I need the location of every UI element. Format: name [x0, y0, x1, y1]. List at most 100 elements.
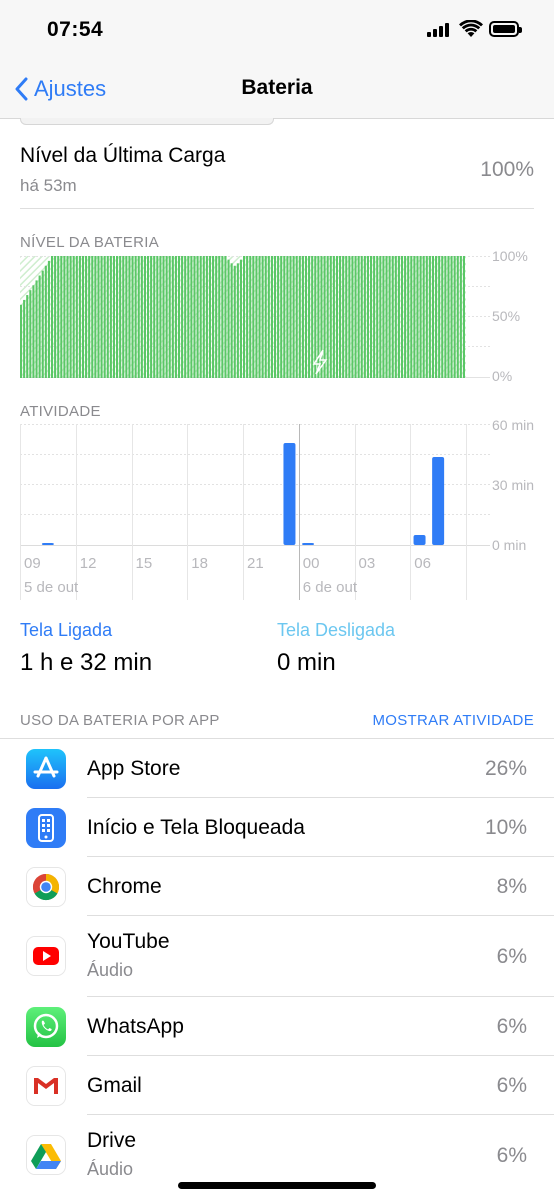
- battery-level-bar: [50, 256, 54, 378]
- battery-level-bar: [20, 304, 23, 378]
- home-indicator[interactable]: [178, 1182, 376, 1189]
- battery-level-bar: [435, 256, 438, 378]
- battery-level-bar: [128, 256, 131, 378]
- app-percent: 10%: [484, 816, 527, 839]
- battery-level-bar: [388, 256, 391, 378]
- battery-level-bar: [159, 256, 162, 378]
- battery-level-bar: [150, 256, 153, 378]
- battery-level-bar: [357, 256, 360, 378]
- battery-level-bar: [187, 256, 190, 378]
- battery-level-bar: [174, 256, 177, 378]
- activity-label: ATIVIDADE: [20, 403, 101, 420]
- battery-level-bar: [292, 256, 295, 378]
- screen-on-stat[interactable]: Tela Ligada 1 h e 32 min: [20, 620, 152, 677]
- battery-level-bar: [35, 280, 38, 378]
- show-activity-button[interactable]: MOSTRAR ATIVIDADE: [372, 712, 534, 729]
- battery-level-bar: [258, 256, 261, 378]
- app-name: App Store: [87, 757, 181, 780]
- activity-x-tick: 00: [303, 555, 320, 572]
- app-percent: 8%: [496, 875, 527, 898]
- activity-tick-30: 30 min: [492, 477, 535, 493]
- battery-level-bar: [376, 256, 379, 378]
- app-row-gmail[interactable]: Gmail 6%: [0, 1056, 554, 1115]
- battery-level-bar: [168, 256, 171, 378]
- battery-level-bar: [444, 256, 447, 378]
- battery-level-bar: [233, 265, 236, 378]
- battery-level-bar: [441, 256, 444, 378]
- battery-level-bar: [400, 256, 404, 378]
- battery-level-bar: [47, 260, 50, 378]
- battery-level-bar: [66, 256, 69, 378]
- app-subtitle: Áudio: [87, 1159, 134, 1179]
- battery-level-bar: [453, 256, 456, 378]
- battery-level-bar: [301, 256, 304, 378]
- usage-by-app-label: USO DA BATERIA POR APP: [20, 712, 220, 729]
- battery-level-bar: [407, 256, 410, 378]
- battery-level-bar: [143, 256, 146, 378]
- app-row-home-lock-screen[interactable]: Início e Tela Bloqueada 10%: [0, 798, 554, 857]
- battery-tick-100: 100%: [492, 248, 528, 264]
- battery-level-bar: [218, 256, 221, 378]
- app-row-app-store[interactable]: App Store 26%: [0, 739, 554, 798]
- battery-level-bar: [264, 256, 267, 378]
- activity-bar: [413, 535, 426, 545]
- battery-level-bar: [54, 256, 57, 378]
- app-name: Drive: [87, 1129, 137, 1152]
- battery-level-bar: [208, 256, 212, 378]
- app-row-whatsapp[interactable]: WhatsApp 6%: [0, 997, 554, 1056]
- battery-level-bar: [41, 270, 44, 378]
- app-row-chrome[interactable]: Chrome 8%: [0, 857, 554, 916]
- battery-level-bar: [106, 256, 109, 378]
- battery-level-bar: [397, 256, 400, 378]
- battery-level-bar: [348, 256, 351, 378]
- battery-level-bar: [38, 275, 41, 378]
- battery-level-bar: [267, 256, 270, 378]
- battery-level-bar: [373, 256, 376, 378]
- battery-level-bar: [277, 256, 280, 378]
- battery-level-bar: [249, 256, 252, 378]
- status-time: 07:54: [47, 18, 104, 41]
- battery-level-bar: [205, 256, 208, 378]
- battery-level-bar: [366, 256, 369, 378]
- battery-level-bar: [363, 256, 366, 378]
- battery-level-bar: [221, 256, 224, 378]
- battery-level-bar: [171, 256, 174, 378]
- battery-level-bar: [29, 290, 32, 378]
- activity-tick-60: 60 min: [492, 417, 535, 433]
- battery-level-bar: [97, 256, 100, 378]
- battery-level-bar: [456, 256, 459, 378]
- battery-level-bar: [243, 256, 246, 378]
- battery-level-bar: [212, 256, 215, 378]
- app-row-youtube[interactable]: YouTube Áudio 6%: [0, 916, 554, 997]
- activity-x-tick: 03: [359, 555, 376, 572]
- battery-level-bar: [81, 256, 85, 378]
- battery-level-bar: [122, 256, 125, 378]
- battery-level-bar: [94, 256, 97, 378]
- battery-level-bar: [202, 256, 205, 378]
- last-charge-row: Nível da Última Carga há 53m 100%: [20, 140, 534, 209]
- battery-level-bar: [69, 256, 72, 378]
- battery-level-bar: [283, 256, 286, 378]
- activity-chart[interactable]: 09 12 15 18 21 00 03 06 5 de out 6 de out: [20, 424, 490, 600]
- battery-level-bar: [308, 256, 311, 378]
- activity-bar: [41, 543, 54, 545]
- activity-x-tick: 21: [247, 555, 264, 572]
- app-name: YouTube: [87, 930, 170, 953]
- battery-status-icon: [489, 21, 522, 37]
- battery-level-bar: [125, 256, 128, 378]
- screen-on-value: 1 h e 32 min: [20, 649, 153, 676]
- chrome-icon: [26, 867, 66, 907]
- cellular-signal-icon: [427, 23, 451, 37]
- battery-level-bar: [184, 256, 187, 378]
- battery-level-bar: [190, 256, 193, 378]
- battery-level-bar: [196, 256, 199, 378]
- battery-level-chart[interactable]: [20, 256, 490, 378]
- screen-time-summary: Tela Ligada 1 h e 32 min Tela Desligada …: [20, 620, 540, 680]
- battery-level-bar: [462, 256, 465, 378]
- screen-off-stat[interactable]: Tela Desligada 0 min: [277, 620, 395, 677]
- battery-tick-0: 0%: [492, 368, 513, 384]
- battery-level-bar: [215, 256, 218, 378]
- battery-level-bar: [431, 256, 435, 378]
- battery-level-bar: [78, 256, 81, 378]
- battery-level-bar: [239, 259, 242, 378]
